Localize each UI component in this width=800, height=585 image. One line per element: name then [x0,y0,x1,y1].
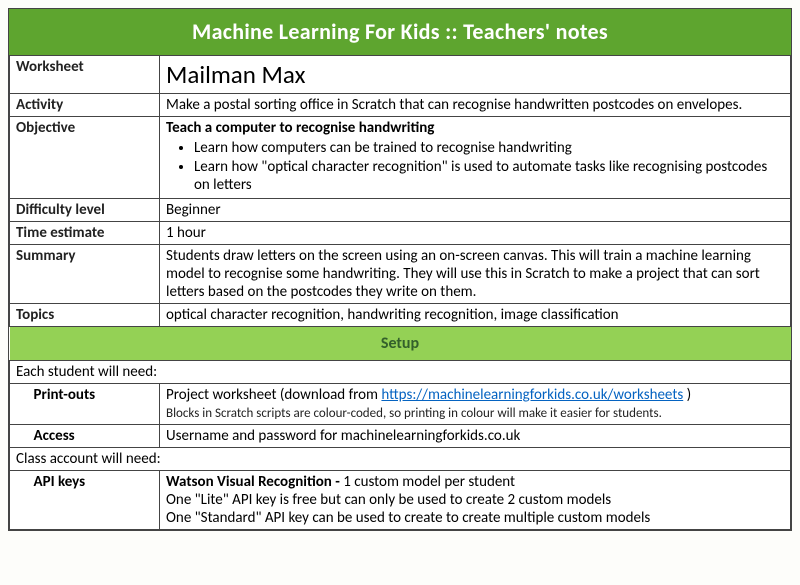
summary-label: Summary [10,245,160,304]
difficulty-label: Difficulty level [10,199,160,222]
topics-label: Topics [10,304,160,327]
topics-value: optical character recognition, handwriti… [160,304,791,327]
details-table: Worksheet Mailman Max Activity Make a po… [9,55,791,360]
access-value: Username and password for machinelearnin… [160,425,791,448]
api-line3: One "Standard" API key can be used to cr… [166,509,650,527]
time-label: Time estimate [10,222,160,245]
setup-heading: Setup [10,327,791,360]
worksheet-label: Worksheet [10,56,160,94]
activity-value: Make a postal sorting office in Scratch … [160,94,791,117]
printouts-text-b: ) [683,386,691,404]
setup-table: Each student will need: Print-outs Proje… [9,360,791,530]
worksheets-link[interactable]: https://machinelearningforkids.co.uk/wor… [381,386,683,404]
objective-heading: Teach a computer to recognise handwritin… [166,119,434,137]
objective-bullet: Learn how computers can be trained to re… [194,139,784,157]
student-lead: Each student will need: [10,361,791,384]
worksheet-value: Mailman Max [160,56,791,94]
objective-list: Learn how computers can be trained to re… [166,139,784,194]
printouts-label: Print-outs [28,384,160,425]
api-head: Watson Visual Recognition - [166,473,343,491]
difficulty-value: Beginner [160,199,791,222]
indent-cell [10,471,28,530]
indent-cell [10,425,28,448]
indent-cell [10,384,28,425]
objective-value: Teach a computer to recognise handwritin… [160,117,791,199]
summary-value: Students draw letters on the screen usin… [160,245,791,304]
objective-bullet: Learn how "optical character recognition… [194,158,784,194]
api-label: API keys [28,471,160,530]
activity-label: Activity [10,94,160,117]
objective-label: Objective [10,117,160,199]
access-label: Access [28,425,160,448]
class-lead: Class account will need: [10,448,791,471]
printouts-text-a: Project worksheet (download from [166,386,381,404]
api-head-tail: 1 custom model per student [343,473,515,491]
api-value: Watson Visual Recognition - 1 custom mod… [160,471,791,530]
printouts-note: Blocks in Scratch scripts are colour-cod… [166,406,662,421]
api-line2: One "Lite" API key is free but can only … [166,491,611,509]
time-value: 1 hour [160,222,791,245]
page-title: Machine Learning For Kids :: Teachers' n… [9,9,791,55]
document-frame: Machine Learning For Kids :: Teachers' n… [8,8,792,531]
printouts-value: Project worksheet (download from https:/… [160,384,791,425]
